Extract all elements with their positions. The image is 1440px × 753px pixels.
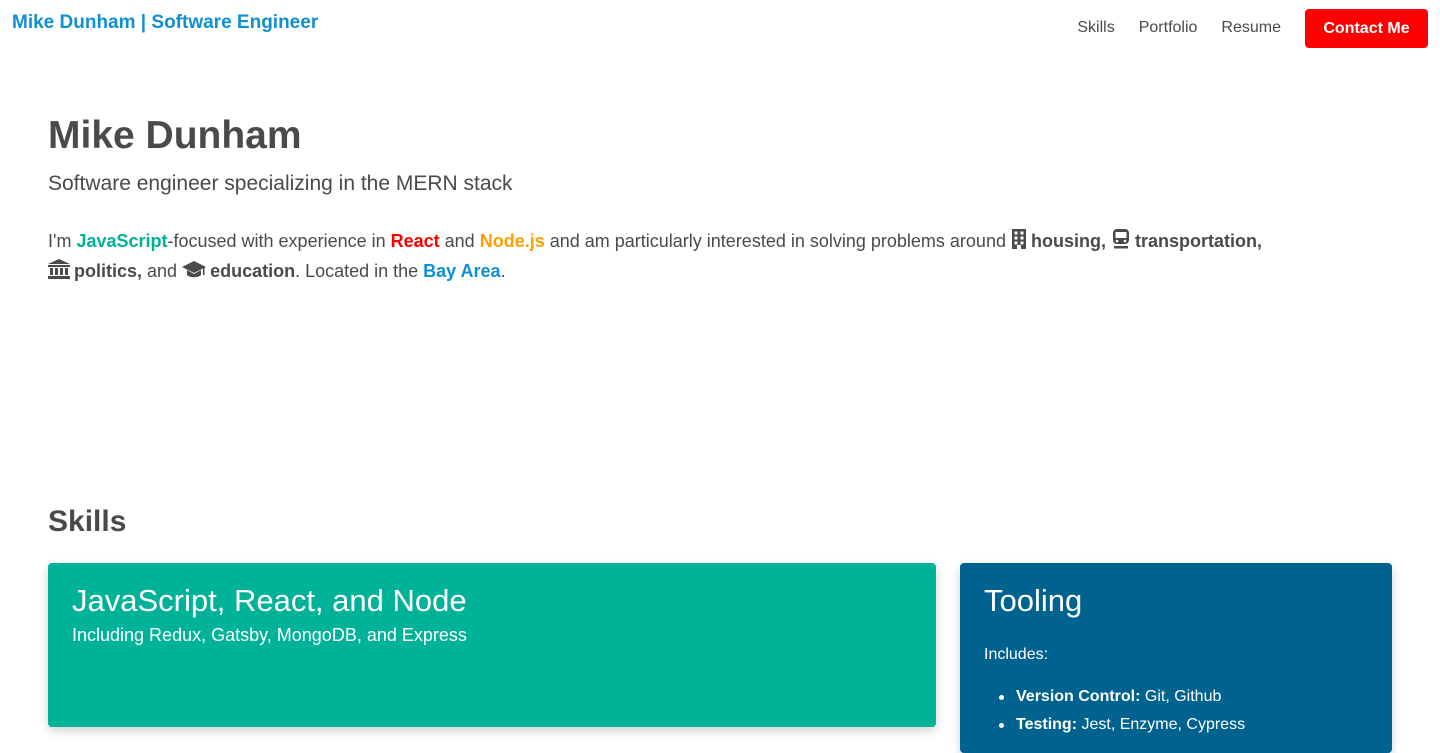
keyword-javascript: JavaScript [76,231,168,251]
nav-link-resume[interactable]: Resume [1221,19,1281,37]
nav-link-skills[interactable]: Skills [1077,19,1114,37]
landmark-icon [48,259,70,279]
keyword-housing: housing, [1030,231,1106,251]
bio-text: and [439,231,480,251]
tooling-list: Version Control: Git, Github Testing: Je… [984,683,1245,739]
hero-name: Mike Dunham [48,114,302,157]
keyword-education: education [210,261,296,281]
list-item: Version Control: Git, Github [984,683,1245,711]
list-item-label: Testing: [1016,716,1078,733]
bio-text: I'm [48,231,77,251]
keyword-nodejs: Node.js [479,231,545,251]
keyword-bay-area: Bay Area [423,261,501,281]
nav-links: Skills Portfolio Resume Contact Me [1077,8,1428,48]
keyword-transportation: transportation, [1134,231,1262,251]
skill-card-subtitle: Including Redux, Gatsby, MongoDB, and Ex… [72,625,467,645]
bio-text: . [500,261,506,281]
list-item-value: Jest, Enzyme, Cypress [1077,716,1246,733]
graduation-cap-icon [182,261,207,279]
hero-subtitle: Software engineer specializing in the ME… [48,172,513,195]
skill-card-includes: Includes: [984,646,1049,663]
hero-bio: I'm JavaScript-focused with experience i… [48,226,1392,286]
list-item-value: Git, Github [1140,688,1222,705]
bio-text: and [142,261,183,281]
train-icon [1111,229,1131,249]
skill-card-title: JavaScript, React, and Node [72,583,467,618]
navbar: Mike Dunham | Software Engineer Skills P… [0,0,1440,56]
brand-link[interactable]: Mike Dunham | Software Engineer [12,12,318,34]
skill-card-title: Tooling [984,583,1083,618]
list-item: Testing: Jest, Enzyme, Cypress [984,711,1245,739]
bio-text: and am particularly interested in solvin… [544,231,1011,251]
contact-me-button[interactable]: Contact Me [1305,8,1428,48]
bio-text: -focused with experience in [167,231,391,251]
bio-text: . Located in the [295,261,424,281]
building-icon [1011,229,1027,249]
skill-card-javascript: JavaScript, React, and Node Including Re… [48,563,936,727]
keyword-politics: politics, [74,261,143,281]
nav-link-portfolio[interactable]: Portfolio [1139,19,1198,37]
skills-heading: Skills [48,505,127,538]
list-item-label: Version Control: [1016,688,1141,705]
skill-card-tooling: Tooling Includes: Version Control: Git, … [960,563,1392,753]
keyword-react: React [390,231,440,251]
